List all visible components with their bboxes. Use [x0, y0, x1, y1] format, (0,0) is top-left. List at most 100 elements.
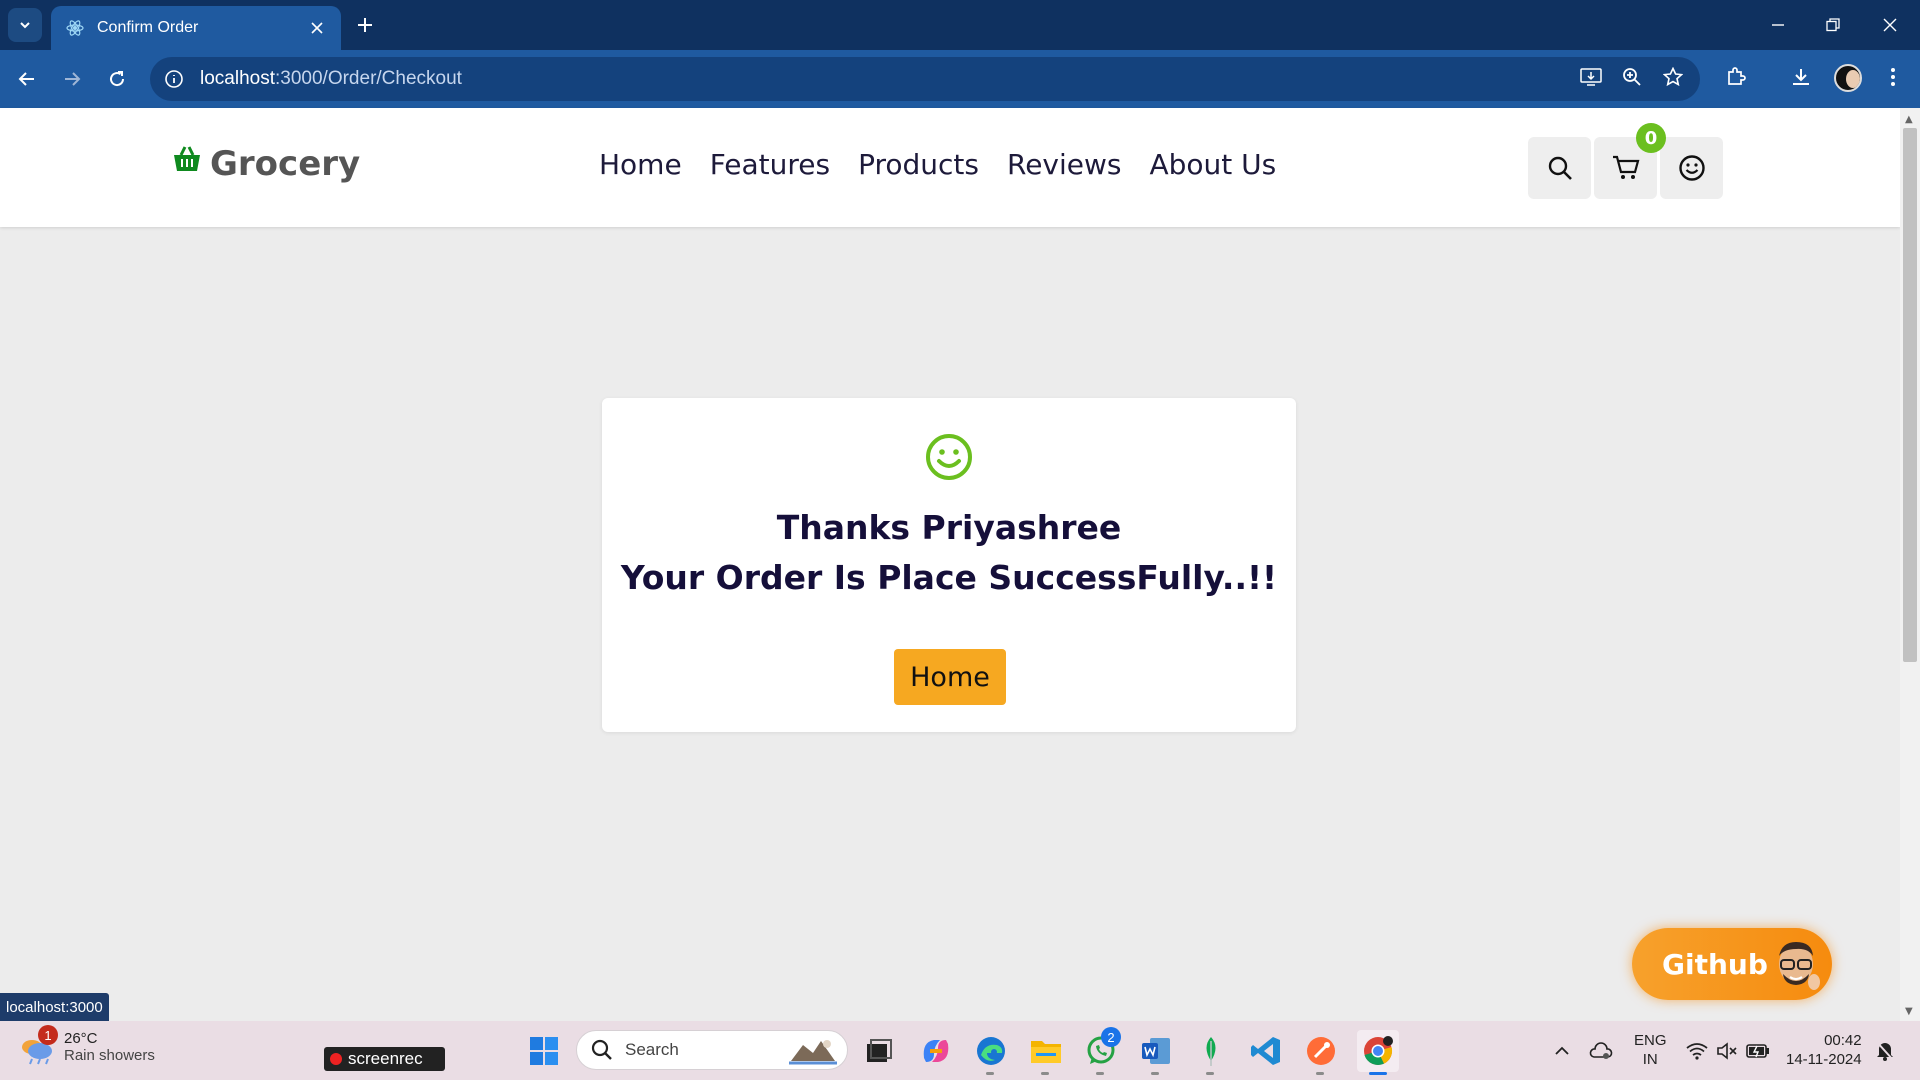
zoom-button[interactable]	[1617, 62, 1647, 92]
weather-description: Rain showers	[64, 1047, 155, 1064]
logo-text: Grocery	[210, 144, 361, 184]
edge-app[interactable]	[972, 1032, 1010, 1070]
logo[interactable]: Grocery	[172, 144, 360, 184]
account-button[interactable]	[1660, 137, 1723, 199]
word-app[interactable]	[1137, 1032, 1175, 1070]
rain-cloud-icon: 1	[20, 1025, 58, 1065]
scroll-down-icon[interactable]: ▼	[1905, 1006, 1913, 1017]
bell-icon	[1875, 1040, 1895, 1062]
notification-center-button[interactable]	[1868, 1032, 1902, 1070]
wifi-icon	[1686, 1043, 1708, 1060]
file-explorer-app[interactable]	[1027, 1032, 1065, 1070]
vscode-app[interactable]	[1247, 1032, 1285, 1070]
volume-muted-icon	[1717, 1042, 1737, 1060]
copilot-icon	[923, 1040, 949, 1062]
success-smile-icon	[926, 434, 972, 480]
start-button[interactable]	[525, 1032, 563, 1070]
cart-icon	[1612, 155, 1639, 179]
order-confirmation-card: Thanks Priyashree Your Order Is Place Su…	[602, 398, 1296, 732]
site-header: Grocery Home Features Products Reviews A…	[0, 108, 1900, 227]
github-label: Github	[1662, 947, 1768, 981]
minimize-button[interactable]	[1763, 10, 1793, 40]
nav-products[interactable]: Products	[858, 148, 979, 181]
plus-icon	[358, 18, 372, 32]
chrome-app[interactable]	[1357, 1030, 1399, 1072]
main-nav: Home Features Products Reviews About Us	[599, 148, 1276, 181]
chevron-up-icon	[1555, 1046, 1569, 1055]
cart-count-badge: 0	[1636, 123, 1666, 153]
nav-reviews[interactable]: Reviews	[1007, 148, 1122, 181]
copilot-app[interactable]	[917, 1032, 955, 1070]
screenrec-widget[interactable]: screenrec	[324, 1047, 445, 1071]
weather-badge: 1	[38, 1025, 58, 1045]
info-icon[interactable]	[162, 67, 186, 91]
address-bar[interactable]: localhost:3000/Order/Checkout	[150, 57, 1700, 101]
star-icon	[1663, 67, 1683, 87]
nav-features[interactable]: Features	[710, 148, 830, 181]
postman-icon	[1307, 1037, 1335, 1065]
downloads-button[interactable]	[1786, 62, 1816, 92]
url-path: :3000/Order/Checkout	[275, 68, 462, 89]
temperature: 26°C	[64, 1030, 98, 1047]
running-indicator	[986, 1072, 994, 1075]
taskbar-search[interactable]: Search	[576, 1030, 848, 1070]
page-scrollbar[interactable]: ▲ ▼	[1900, 108, 1920, 1021]
nav-home[interactable]: Home	[599, 148, 682, 181]
restore-button[interactable]	[1818, 10, 1848, 40]
onedrive-tray[interactable]	[1583, 1032, 1619, 1070]
battery-tray[interactable]	[1741, 1032, 1775, 1070]
reload-button[interactable]	[100, 62, 134, 96]
window-close-button[interactable]	[1875, 10, 1905, 40]
profile-avatar[interactable]	[1834, 64, 1862, 92]
task-view-button[interactable]	[860, 1032, 898, 1070]
chevron-down-icon	[20, 22, 30, 29]
clock[interactable]: 00:42 14-11-2024	[1786, 1031, 1862, 1069]
postman-app[interactable]	[1302, 1032, 1340, 1070]
install-app-button[interactable]	[1576, 62, 1606, 92]
wifi-tray[interactable]	[1680, 1032, 1714, 1070]
folder-icon	[1031, 1041, 1061, 1063]
search-icon	[591, 1039, 612, 1060]
volume-tray[interactable]	[1710, 1032, 1744, 1070]
browser-tab-bar: Confirm Order	[0, 0, 1920, 50]
language-indicator[interactable]: ENG IN	[1634, 1031, 1667, 1069]
running-indicator	[1041, 1072, 1049, 1075]
weather-widget[interactable]: 1 26°C Rain showers	[20, 1025, 155, 1065]
shopping-basket-icon	[174, 146, 200, 171]
zoom-icon	[1623, 68, 1641, 86]
language-code: ENG	[1634, 1032, 1667, 1049]
show-hidden-icons-button[interactable]	[1544, 1032, 1580, 1070]
search-button[interactable]	[1528, 137, 1591, 199]
home-button[interactable]: Home	[894, 649, 1006, 705]
region-code: IN	[1642, 1051, 1658, 1068]
close-icon	[1883, 18, 1897, 32]
install-icon	[1580, 68, 1602, 86]
battery-charging-icon	[1746, 1044, 1769, 1058]
scrollbar-thumb[interactable]	[1903, 128, 1917, 662]
extensions-button[interactable]	[1721, 62, 1751, 92]
windows-taskbar: 1 26°C Rain showers screenrec Search 2 E…	[0, 1021, 1920, 1080]
memoji-avatar-icon	[1779, 942, 1820, 990]
restore-icon	[1826, 18, 1840, 32]
browser-tab[interactable]: Confirm Order	[51, 6, 341, 50]
scroll-up-icon[interactable]: ▲	[1905, 114, 1913, 125]
word-icon	[1142, 1038, 1170, 1064]
nav-about-us[interactable]: About Us	[1150, 148, 1277, 181]
back-button[interactable]	[10, 62, 44, 96]
order-success-message: Your Order Is Place SuccessFully..!!	[620, 558, 1278, 597]
cloud-icon	[1589, 1042, 1613, 1059]
clock-date: 14-11-2024	[1786, 1051, 1862, 1068]
vscode-icon	[1251, 1037, 1280, 1065]
github-button[interactable]: Github	[1632, 928, 1832, 1000]
bookmark-button[interactable]	[1658, 62, 1688, 92]
close-icon[interactable]	[307, 18, 327, 38]
forward-button[interactable]	[55, 62, 89, 96]
tab-search-button[interactable]	[8, 8, 42, 42]
active-indicator	[1369, 1072, 1387, 1075]
chrome-menu-button[interactable]	[1878, 62, 1908, 92]
new-tab-button[interactable]	[350, 10, 380, 40]
running-indicator	[1096, 1072, 1104, 1075]
windows-logo-icon	[530, 1037, 558, 1065]
mongodb-app[interactable]	[1192, 1032, 1230, 1070]
status-url-bubble: localhost:3000	[0, 993, 109, 1021]
